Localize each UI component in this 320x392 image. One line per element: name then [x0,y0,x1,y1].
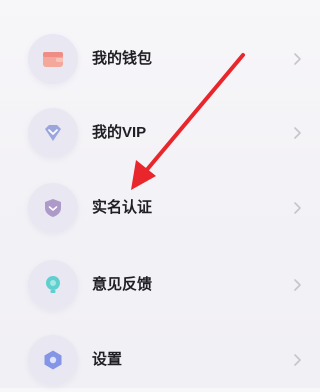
chevron-right-icon [294,279,301,291]
menu-list: 我的钱包 我的VIP 实名认证 意见反馈 设置 [0,0,320,388]
menu-item-vip[interactable]: 我的VIP [0,101,320,165]
menu-item-label: 实名认证 [92,199,153,216]
menu-item-label: 设置 [92,351,123,368]
menu-item-wallet[interactable]: 我的钱包 [0,27,320,91]
chevron-right-icon [294,354,301,366]
menu-item-feedback[interactable]: 意见反馈 [0,253,320,317]
chevron-right-icon [294,127,301,139]
menu-item-label: 意见反馈 [92,276,153,293]
feedback-bulb-icon [28,260,78,310]
menu-item-label: 我的VIP [92,124,147,141]
shield-icon [28,183,78,233]
menu-item-real-name-verification[interactable]: 实名认证 [0,176,320,240]
menu-item-settings[interactable]: 设置 [0,328,320,392]
vip-diamond-icon [28,108,78,158]
chevron-right-icon [294,202,301,214]
menu-item-label: 我的钱包 [92,50,153,67]
settings-hexagon-icon [28,335,78,385]
wallet-icon [28,34,78,84]
chevron-right-icon [294,53,301,65]
